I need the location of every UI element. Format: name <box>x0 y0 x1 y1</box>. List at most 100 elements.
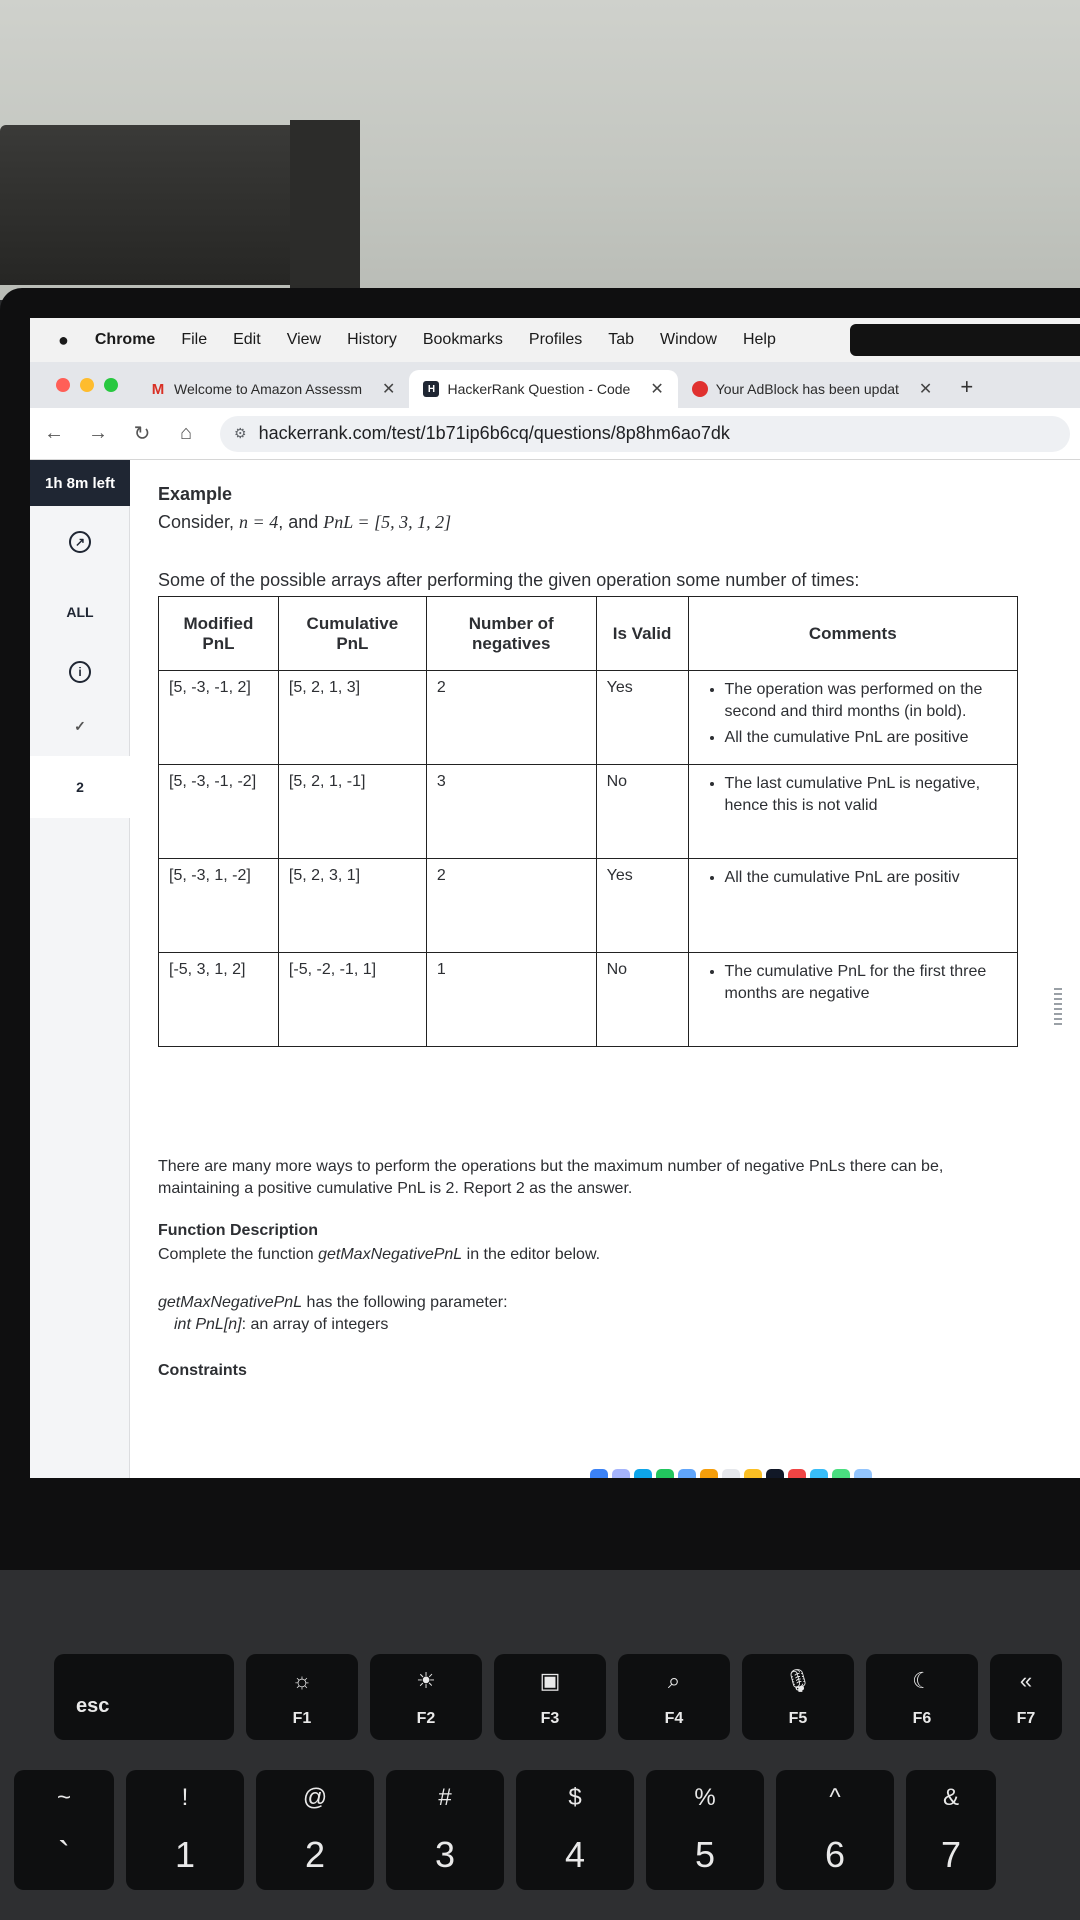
finder-icon[interactable] <box>590 1469 608 1478</box>
photos-icon[interactable] <box>700 1469 718 1478</box>
f3-key[interactable]: ▣ F3 <box>494 1654 606 1740</box>
sidebar-item-info[interactable]: i <box>30 642 130 702</box>
table-row: [5, -3, -1, 2] [5, 2, 1, 3] 2 Yes The op… <box>158 670 1019 765</box>
back-arrow-icon[interactable]: ← <box>44 422 64 445</box>
key-6[interactable]: ^ 6 <box>776 1770 894 1890</box>
panel-resize-handle[interactable] <box>1054 988 1062 1028</box>
key-top-label: @ <box>302 1784 328 1811</box>
home-icon[interactable]: ⌂ <box>176 422 196 445</box>
minimize-window-button[interactable] <box>80 378 94 392</box>
cell-modified: [5, -3, 1, -2] <box>158 858 279 953</box>
esc-label: esc <box>76 1695 110 1717</box>
menu-file[interactable]: File <box>181 331 207 349</box>
address-url: hackerrank.com/test/1b71ip6b6cq/question… <box>258 423 730 443</box>
param-name: int PnL[n] <box>174 1316 242 1333</box>
close-tab-icon[interactable]: ✕ <box>650 379 663 399</box>
forward-arrow-icon[interactable]: → <box>88 422 108 445</box>
safari-icon[interactable] <box>634 1469 652 1478</box>
key-3[interactable]: #3 <box>386 1770 504 1890</box>
notes-icon[interactable] <box>744 1469 762 1478</box>
messages-icon[interactable] <box>656 1469 674 1478</box>
f5-key[interactable]: 🎙 F5 <box>742 1654 854 1740</box>
f7-label: F7 <box>1016 1710 1036 1727</box>
key-5[interactable]: % 5 <box>646 1770 764 1890</box>
brightness-down-icon: ☼ <box>291 1668 313 1693</box>
rewind-icon: « <box>1019 1668 1033 1693</box>
tv-icon[interactable] <box>766 1469 784 1478</box>
cell-negatives: 2 <box>425 858 597 953</box>
sidebar-toggle[interactable]: ↗ <box>30 512 130 572</box>
cell-negatives: 2 <box>425 670 597 765</box>
launchpad-icon[interactable] <box>612 1469 630 1478</box>
zoom-window-button[interactable] <box>104 378 118 392</box>
tab-hackerrank[interactable]: H HackerRank Question - Code ✕ <box>409 370 678 408</box>
dock <box>590 1463 1080 1478</box>
keyboard-deck: esc ☼ F1 ☀ F2 ▣ F3 ⌕ F4 🎙 F5 ☾ F6 « F7 ~ ` ! 1 @2… <box>0 1570 1080 1920</box>
info-icon: i <box>69 661 91 683</box>
cell-comments: The cumulative PnL for the first three m… <box>687 952 1019 1047</box>
menu-app-name[interactable]: Chrome <box>95 331 155 349</box>
question-content: Example Consider, n = 4, and PnL = [5, 3… <box>158 460 1058 1478</box>
key-2[interactable]: @2 <box>256 1770 374 1890</box>
example-table: Modified PnL Cumulative PnL Number of ne… <box>158 596 1019 1047</box>
key-7[interactable]: & 7 <box>906 1770 996 1890</box>
f4-key[interactable]: ⌕ F4 <box>618 1654 730 1740</box>
f7-key[interactable]: « F7 <box>990 1654 1062 1740</box>
comment-item: The operation was performed on the secon… <box>725 679 1007 723</box>
close-tab-icon[interactable]: ✕ <box>382 379 395 399</box>
sidebar-item-question-2[interactable]: 2 <box>30 756 130 818</box>
chrome-icon[interactable] <box>854 1469 872 1478</box>
adblock-icon <box>691 381 708 397</box>
numbers-icon[interactable] <box>832 1469 850 1478</box>
f5-label: F5 <box>788 1710 808 1727</box>
esc-key[interactable]: esc <box>54 1654 234 1740</box>
key-4[interactable]: $4 <box>516 1770 634 1890</box>
music-icon[interactable] <box>788 1469 806 1478</box>
menubar-status-area <box>850 324 1080 356</box>
cell-valid: No <box>595 764 689 859</box>
address-bar[interactable]: ⚙ hackerrank.com/test/1b71ip6b6cq/questi… <box>220 415 1070 452</box>
comment-item: All the cumulative PnL are positive <box>725 727 1007 749</box>
key-bottom-label: ` <box>58 1834 70 1875</box>
apple-icon[interactable]: ● <box>58 330 69 351</box>
menu-edit[interactable]: Edit <box>233 331 261 349</box>
site-settings-icon[interactable]: ⚙ <box>234 425 247 442</box>
f2-key[interactable]: ☀ F2 <box>370 1654 482 1740</box>
app-store-icon[interactable] <box>810 1469 828 1478</box>
new-tab-button[interactable]: + <box>946 374 987 408</box>
param-intro-suffix: has the following parameter: <box>302 1294 508 1311</box>
header-modified-pnl: Modified PnL <box>158 596 279 671</box>
menu-profiles[interactable]: Profiles <box>529 331 582 349</box>
sidebar-item-check[interactable]: ✓ <box>30 696 130 756</box>
menu-tab[interactable]: Tab <box>608 331 634 349</box>
menu-help[interactable]: Help <box>743 331 776 349</box>
f6-key[interactable]: ☾ F6 <box>866 1654 978 1740</box>
mac-menubar: ● Chrome File Edit View History Bookmark… <box>30 318 1080 362</box>
f1-key[interactable]: ☼ F1 <box>246 1654 358 1740</box>
comment-item: All the cumulative PnL are positiv <box>725 867 1007 889</box>
close-tab-icon[interactable]: ✕ <box>919 379 932 399</box>
calendar-icon[interactable] <box>722 1469 740 1478</box>
consider-mid: , and <box>278 512 324 532</box>
tab-adblock[interactable]: Your AdBlock has been updat ✕ <box>678 370 947 408</box>
cell-modified: [5, -3, -1, 2] <box>158 670 279 765</box>
key-top-label: $ <box>568 1784 582 1811</box>
reload-icon[interactable]: ↻ <box>132 421 152 446</box>
key-backtick[interactable]: ~ ` <box>14 1770 114 1890</box>
window-controls <box>30 378 136 408</box>
menu-history[interactable]: History <box>347 331 397 349</box>
close-window-button[interactable] <box>56 378 70 392</box>
key-1[interactable]: ! 1 <box>126 1770 244 1890</box>
menu-window[interactable]: Window <box>660 331 717 349</box>
key-bottom-label: 1 <box>174 1834 196 1875</box>
menu-view[interactable]: View <box>287 331 321 349</box>
key-top-label: % <box>694 1784 716 1811</box>
sidebar-item-all[interactable]: ALL <box>30 582 130 642</box>
key-bottom-label: 5 <box>694 1834 716 1875</box>
comment-item: The last cumulative PnL is negative, hen… <box>725 773 1007 817</box>
key-top-label: & <box>942 1784 959 1811</box>
tab-amazon-assessment[interactable]: M Welcome to Amazon Assessm ✕ <box>136 370 409 408</box>
mail-icon[interactable] <box>678 1469 696 1478</box>
menu-bookmarks[interactable]: Bookmarks <box>423 331 503 349</box>
table-row: [5, -3, -1, -2] [5, 2, 1, -1] 3 No The l… <box>158 764 1019 859</box>
